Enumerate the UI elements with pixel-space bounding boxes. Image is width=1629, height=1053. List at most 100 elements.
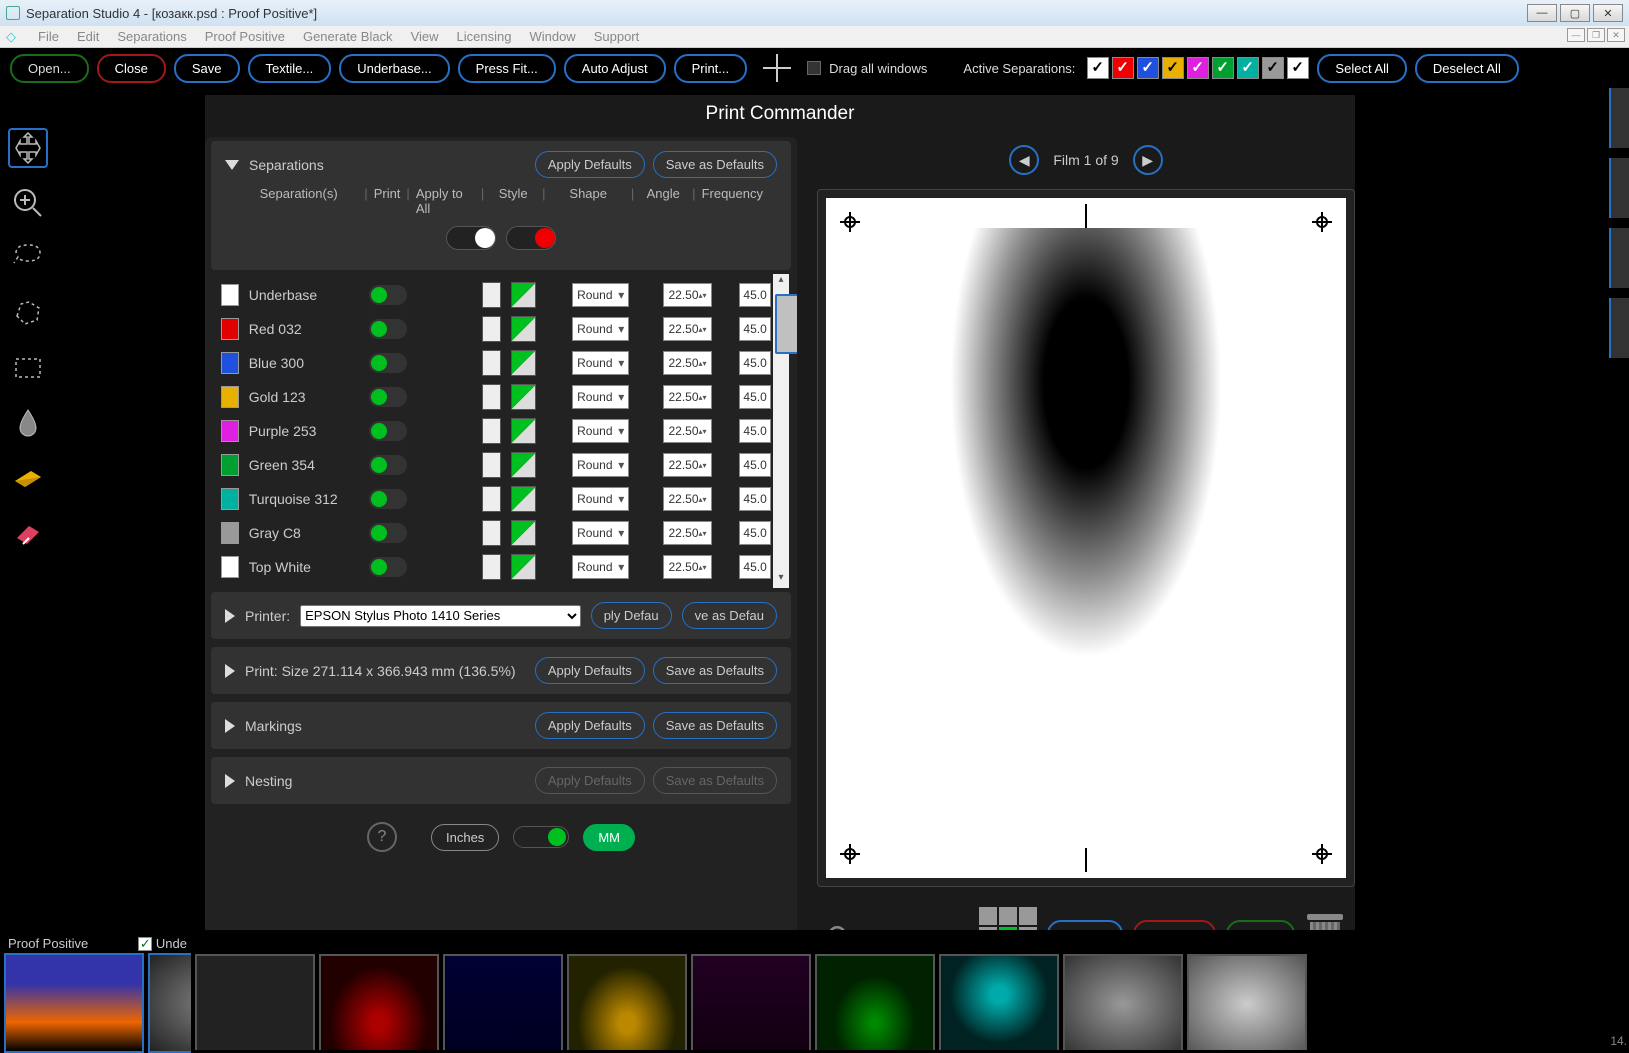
menu-licensing[interactable]: Licensing [457,29,512,44]
sep-shape-select[interactable]: Round [572,555,629,579]
align-tc[interactable] [999,907,1017,925]
separations-collapse-icon[interactable] [225,160,239,170]
menu-edit[interactable]: Edit [77,29,99,44]
sep-halftone-swatch[interactable] [511,316,537,342]
sep-angle-input[interactable]: 22.50▴▾ [663,453,711,477]
thumbnail-sep[interactable] [939,954,1059,1050]
sep-shape-select[interactable]: Round [572,419,629,443]
units-toggle[interactable] [513,826,569,848]
sep-shape-select[interactable]: Round [572,283,629,307]
mdi-minimize-button[interactable]: — [1567,28,1585,42]
inches-button[interactable]: Inches [431,824,499,851]
menu-support[interactable]: Support [594,29,640,44]
edge-tab-4[interactable] [1609,298,1629,358]
thumbnail-sep[interactable] [195,954,315,1050]
master-print-toggle[interactable] [446,226,496,250]
minimize-button[interactable]: — [1527,4,1557,22]
sep-halftone-swatch[interactable] [511,384,537,410]
sep-print-toggle[interactable] [369,523,407,543]
sep-style-swatch[interactable] [482,418,501,444]
sep-apply-defaults-button[interactable]: Apply Defaults [535,151,645,178]
menu-window[interactable]: Window [529,29,575,44]
sep-angle-input[interactable]: 22.50▴▾ [663,283,711,307]
sep-halftone-swatch[interactable] [511,554,537,580]
mm-button[interactable]: MM [583,824,635,851]
move-tool-icon[interactable] [8,128,48,168]
sep-style-swatch[interactable] [482,452,501,478]
sep-freq-input[interactable]: 45.0 [739,317,771,341]
sep-print-toggle[interactable] [369,489,407,509]
sep-angle-input[interactable]: 22.50▴▾ [663,521,711,545]
sep-freq-input[interactable]: 45.0 [739,453,771,477]
sep-halftone-swatch[interactable] [511,520,537,546]
menu-view[interactable]: View [411,29,439,44]
printer-apply-defaults-button[interactable]: ply Defau [591,602,672,629]
sep-shape-select[interactable]: Round [572,521,629,545]
align-tr[interactable] [1019,907,1037,925]
sep-swatch-green[interactable] [1212,57,1234,79]
print-apply-defaults-button[interactable]: Apply Defaults [535,657,645,684]
next-film-button[interactable]: ▶ [1133,145,1163,175]
sep-shape-select[interactable]: Round [572,317,629,341]
sep-shape-select[interactable]: Round [572,453,629,477]
thumbnail-sep[interactable] [815,954,935,1050]
scroll-down-icon[interactable]: ▾ [773,572,789,588]
close-button[interactable]: Close [97,54,166,83]
sep-style-swatch[interactable] [482,350,501,376]
printer-expand-icon[interactable] [225,609,235,623]
sep-save-defaults-button[interactable]: Save as Defaults [653,151,777,178]
edge-tab-3[interactable] [1609,228,1629,288]
sponge-tool-icon[interactable] [8,458,48,498]
sep-halftone-swatch[interactable] [511,282,537,308]
sep-swatch-gold[interactable] [1162,57,1184,79]
separation-scrollbar[interactable]: ▴ ▾ [773,274,789,588]
sep-freq-input[interactable]: 45.0 [739,487,771,511]
sep-swatch-topwhite[interactable] [1287,57,1309,79]
nesting-apply-defaults-button[interactable]: Apply Defaults [535,767,645,794]
printer-save-defaults-button[interactable]: ve as Defau [682,602,777,629]
unde-checkbox[interactable] [138,937,152,951]
sep-style-swatch[interactable] [482,520,501,546]
close-window-button[interactable]: ✕ [1593,4,1623,22]
thumbnail-sep[interactable] [319,954,439,1050]
thumbnail-proof[interactable] [4,953,144,1053]
sep-swatch-purple[interactable] [1187,57,1209,79]
sep-halftone-swatch[interactable] [511,452,537,478]
maximize-button[interactable]: ▢ [1560,4,1590,22]
drag-all-checkbox[interactable] [807,61,821,75]
menu-proof-positive[interactable]: Proof Positive [205,29,285,44]
markings-apply-defaults-button[interactable]: Apply Defaults [535,712,645,739]
sep-print-toggle[interactable] [369,421,407,441]
sep-angle-input[interactable]: 22.50▴▾ [663,487,711,511]
press-fit-button[interactable]: Press Fit... [458,54,556,83]
save-button[interactable]: Save [174,54,240,83]
sep-print-toggle[interactable] [369,285,407,305]
sep-print-toggle[interactable] [369,319,407,339]
scroll-thumb[interactable] [775,294,797,354]
open-button[interactable]: Open... [10,54,89,83]
sep-swatch-blue[interactable] [1137,57,1159,79]
sep-halftone-swatch[interactable] [511,486,537,512]
sep-freq-input[interactable]: 45.0 [739,385,771,409]
master-apply-toggle[interactable] [506,226,556,250]
edge-tab-2[interactable] [1609,158,1629,218]
mdi-restore-button[interactable]: ❐ [1587,28,1605,42]
sep-halftone-swatch[interactable] [511,418,537,444]
menu-generate-black[interactable]: Generate Black [303,29,393,44]
edge-tab-1[interactable] [1609,88,1629,148]
textile-button[interactable]: Textile... [248,54,332,83]
sep-angle-input[interactable]: 22.50▴▾ [663,385,711,409]
thumbnail-underbase[interactable] [148,953,191,1053]
thumbnail-sep[interactable] [567,954,687,1050]
menu-file[interactable]: File [38,29,59,44]
sep-print-toggle[interactable] [369,353,407,373]
thumbnail-sep[interactable] [691,954,811,1050]
align-tl[interactable] [979,907,997,925]
sep-angle-input[interactable]: 22.50▴▾ [663,351,711,375]
lasso-tool-icon[interactable] [8,238,48,278]
sep-freq-input[interactable]: 45.0 [739,283,771,307]
printer-select[interactable]: EPSON Stylus Photo 1410 Series [300,605,581,627]
prev-film-button[interactable]: ◀ [1009,145,1039,175]
print-expand-icon[interactable] [225,664,235,678]
sep-print-toggle[interactable] [369,455,407,475]
